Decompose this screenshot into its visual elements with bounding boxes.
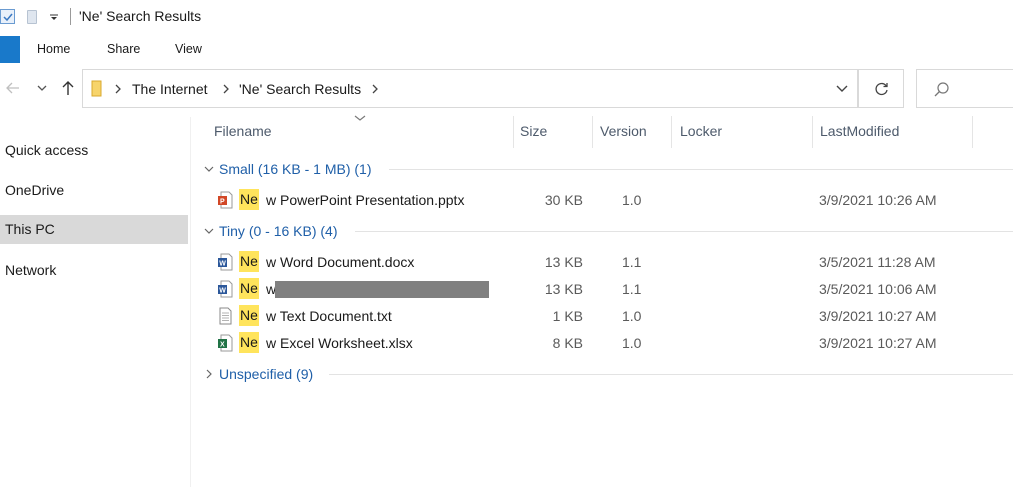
chevron-right-icon[interactable] bbox=[203, 368, 215, 380]
tab-view[interactable]: View bbox=[175, 42, 202, 56]
file-list: Filename Size Version Locker LastModifie… bbox=[191, 110, 1013, 487]
refresh-button[interactable] bbox=[858, 69, 904, 108]
chevron-down-icon[interactable] bbox=[203, 163, 215, 175]
file-name: w PowerPoint Presentation.pptx bbox=[266, 192, 465, 208]
powerpoint-file-icon: P bbox=[218, 191, 233, 209]
search-match-highlight: Ne bbox=[239, 251, 259, 272]
tab-share[interactable]: Share bbox=[107, 42, 140, 56]
column-header-version[interactable]: Version bbox=[600, 123, 647, 139]
word-file-icon: W bbox=[218, 253, 233, 271]
file-modified: 3/9/2021 10:27 AM bbox=[819, 335, 937, 351]
file-row[interactable]: W Ne w Word Document.docx 13 KB 1.1 3/5/… bbox=[191, 249, 1013, 275]
breadcrumb-the-internet[interactable]: The Internet bbox=[132, 81, 208, 97]
file-row[interactable]: P Ne w PowerPoint Presentation.pptx 30 K… bbox=[191, 187, 1013, 213]
tab-home[interactable]: Home bbox=[37, 42, 70, 56]
column-header-filename[interactable]: Filename bbox=[214, 123, 272, 139]
group-header-small[interactable]: Small (16 KB - 1 MB) (1) bbox=[191, 158, 1013, 180]
address-row: The Internet 'Ne' Search Results bbox=[0, 67, 1013, 109]
word-file-icon: W bbox=[218, 280, 233, 298]
search-match-highlight: Ne bbox=[239, 305, 259, 326]
sort-indicator-icon bbox=[354, 115, 366, 121]
file-name: w Text Document.txt bbox=[266, 308, 392, 324]
redacted-filename bbox=[275, 281, 489, 298]
file-size: 1 KB bbox=[552, 308, 583, 324]
file-modified: 3/9/2021 10:27 AM bbox=[819, 308, 937, 324]
file-size: 30 KB bbox=[544, 192, 583, 208]
excel-file-icon: X bbox=[218, 334, 233, 352]
address-dropdown-icon[interactable] bbox=[835, 84, 849, 94]
group-divider-line bbox=[355, 231, 1013, 232]
quick-access-dropdown-icon[interactable] bbox=[49, 14, 59, 22]
window-title: 'Ne' Search Results bbox=[79, 8, 202, 24]
column-header-locker[interactable]: Locker bbox=[680, 123, 722, 139]
nav-item-this-pc[interactable]: This PC bbox=[0, 215, 188, 244]
file-tab[interactable] bbox=[0, 36, 20, 63]
column-divider[interactable] bbox=[671, 116, 672, 148]
back-arrow-icon[interactable] bbox=[4, 79, 22, 97]
group-label: Unspecified (9) bbox=[219, 366, 314, 382]
refresh-icon bbox=[875, 82, 888, 96]
file-version: 1.0 bbox=[622, 335, 642, 351]
text-file-icon bbox=[219, 307, 232, 325]
properties-check-icon[interactable] bbox=[0, 9, 15, 24]
address-bar[interactable]: The Internet 'Ne' Search Results bbox=[82, 69, 858, 108]
file-row[interactable]: X Ne w Excel Worksheet.xlsx 8 KB 1.0 3/9… bbox=[191, 330, 1013, 356]
column-divider[interactable] bbox=[812, 116, 813, 148]
breadcrumb-chevron-icon[interactable] bbox=[221, 82, 231, 96]
svg-text:X: X bbox=[220, 342, 225, 349]
group-label: Tiny (0 - 16 KB) (4) bbox=[219, 223, 338, 239]
svg-text:W: W bbox=[219, 261, 226, 268]
chevron-down-icon[interactable] bbox=[203, 225, 215, 237]
breadcrumb-search-results[interactable]: 'Ne' Search Results bbox=[239, 81, 361, 97]
file-modified: 3/5/2021 10:06 AM bbox=[819, 281, 937, 297]
column-divider[interactable] bbox=[592, 116, 593, 148]
navigation-pane: Quick access OneDrive This PC Network bbox=[0, 117, 190, 487]
svg-text:P: P bbox=[220, 199, 225, 206]
folder-icon bbox=[91, 80, 102, 97]
file-version: 1.0 bbox=[622, 192, 642, 208]
group-divider-line bbox=[329, 374, 1013, 375]
recent-locations-chevron-icon[interactable] bbox=[33, 79, 51, 97]
column-divider[interactable] bbox=[513, 116, 514, 148]
up-arrow-icon[interactable] bbox=[59, 79, 77, 97]
nav-item-quick-access[interactable]: Quick access bbox=[0, 136, 188, 165]
file-size: 8 KB bbox=[552, 335, 583, 351]
breadcrumb-chevron-icon[interactable] bbox=[113, 82, 123, 96]
svg-text:W: W bbox=[219, 288, 226, 295]
search-match-highlight: Ne bbox=[239, 332, 259, 353]
search-match-highlight: Ne bbox=[239, 278, 259, 299]
file-version: 1.0 bbox=[622, 308, 642, 324]
group-label: Small (16 KB - 1 MB) (1) bbox=[219, 161, 372, 177]
group-header-unspecified[interactable]: Unspecified (9) bbox=[191, 363, 1013, 385]
ribbon: Home Share View bbox=[0, 34, 1013, 64]
search-match-highlight: Ne bbox=[239, 189, 259, 210]
group-header-tiny[interactable]: Tiny (0 - 16 KB) (4) bbox=[191, 220, 1013, 242]
nav-item-network[interactable]: Network bbox=[0, 256, 188, 285]
file-name: w Excel Worksheet.xlsx bbox=[266, 335, 413, 351]
file-modified: 3/5/2021 11:28 AM bbox=[819, 254, 936, 270]
search-input[interactable] bbox=[916, 69, 1013, 108]
file-row[interactable]: Ne w Text Document.txt 1 KB 1.0 3/9/2021… bbox=[191, 303, 1013, 329]
column-header-size[interactable]: Size bbox=[520, 123, 547, 139]
search-icon bbox=[934, 82, 949, 97]
file-row[interactable]: W Ne w 13 KB 1.1 3/5/2021 10:06 AM bbox=[191, 276, 1013, 302]
file-size: 13 KB bbox=[544, 254, 583, 270]
title-separator bbox=[70, 8, 71, 25]
column-header-lastmodified[interactable]: LastModified bbox=[820, 123, 899, 139]
nav-item-onedrive[interactable]: OneDrive bbox=[0, 176, 188, 205]
file-size: 13 KB bbox=[544, 281, 583, 297]
column-divider[interactable] bbox=[972, 116, 973, 148]
file-version: 1.1 bbox=[622, 254, 642, 270]
file-modified: 3/9/2021 10:26 AM bbox=[819, 192, 937, 208]
new-folder-icon[interactable] bbox=[27, 10, 37, 24]
file-name: w Word Document.docx bbox=[266, 254, 415, 270]
group-divider-line bbox=[389, 169, 1013, 170]
breadcrumb-chevron-icon[interactable] bbox=[370, 82, 380, 96]
title-bar: 'Ne' Search Results bbox=[0, 0, 1013, 34]
file-version: 1.1 bbox=[622, 281, 642, 297]
